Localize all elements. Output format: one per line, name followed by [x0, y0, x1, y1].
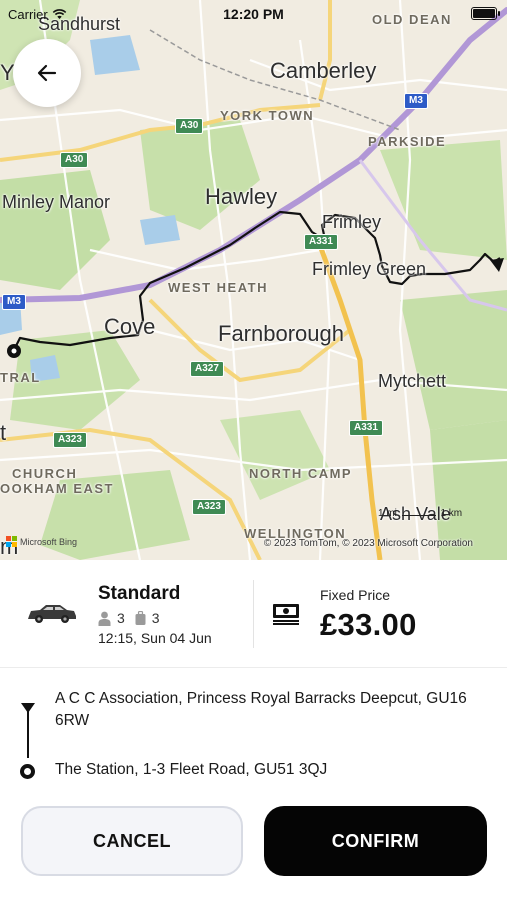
vehicle-capacity: 3 3	[98, 610, 160, 626]
road-label-a327: A327	[190, 361, 224, 377]
route-addresses: A C C Association, Princess Royal Barrac…	[0, 668, 507, 794]
map-label-t: t	[0, 420, 7, 445]
map-attribution: © 2023 TomTom, © 2023 Microsoft Corporat…	[263, 538, 473, 549]
luggage-icon	[135, 610, 146, 625]
road-label-m3: M3	[404, 93, 428, 109]
map-label-crookham-east: OOKHAM EAST	[0, 481, 114, 496]
route-connector	[27, 708, 29, 758]
status-bar: Carrier 12:20 PM	[0, 0, 507, 30]
status-time: 12:20 PM	[223, 6, 284, 22]
map-label-cove: Cove	[104, 314, 156, 339]
car-icon	[28, 605, 76, 623]
map-label-tral: TRAL	[0, 370, 41, 385]
price-label: Fixed Price	[320, 587, 391, 603]
road-label-a323: A323	[192, 499, 226, 515]
pickup-address: A C C Association, Princess Royal Barrac…	[55, 690, 467, 729]
map-label-farnborough: Farnborough	[218, 321, 344, 346]
road-label-m3: M3	[2, 294, 26, 310]
map-provider: Microsoft Bing	[6, 536, 77, 547]
scale-bar	[401, 515, 436, 516]
map-label-west-heath: WEST HEATH	[168, 280, 268, 295]
back-button[interactable]	[13, 39, 81, 107]
road-label-a30: A30	[175, 118, 204, 134]
vehicle-type: Standard	[98, 583, 181, 604]
luggage-count: 3	[151, 610, 160, 626]
microsoft-logo-icon	[6, 536, 17, 547]
map-label-frimley-green: Frimley Green	[312, 259, 427, 279]
road-label-a30: A30	[60, 152, 89, 168]
scale-mi: 1 mi	[378, 508, 397, 519]
dropoff-dot-icon	[20, 764, 35, 779]
map-label-church: CHURCH	[12, 466, 78, 481]
map-label-york-town: YORK TOWN	[220, 108, 315, 123]
ride-details: Standard 3 3 12:15, Sun 04 Jun Fixed Pri…	[0, 560, 507, 668]
fixed-price: £33.00	[320, 607, 417, 642]
map-label-parkside: PARKSIDE	[368, 134, 447, 149]
road-label-a331: A331	[349, 420, 383, 436]
road-label-a323: A323	[53, 432, 87, 448]
map-label-camberley: Camberley	[270, 58, 377, 83]
passenger-icon	[98, 611, 111, 626]
divider	[253, 580, 254, 648]
map-label-minley-manor: Minley Manor	[2, 192, 111, 212]
scale-km: 1 km	[440, 508, 463, 519]
map-label-north-camp: NORTH CAMP	[249, 466, 353, 481]
map-scale: 1 mi 1 km	[378, 508, 462, 519]
map-label-hawley: Hawley	[205, 184, 278, 209]
pickup-datetime: 12:15, Sun 04 Jun	[98, 630, 212, 646]
battery-icon	[471, 7, 500, 20]
passenger-count: 3	[117, 610, 125, 626]
map-label-frimley: Frimley	[322, 212, 381, 232]
map-provider-label: Microsoft Bing	[20, 536, 78, 547]
cancel-button[interactable]: CANCEL	[21, 806, 243, 876]
booking-summary-sheet: Standard 3 3 12:15, Sun 04 Jun Fixed Pri…	[0, 560, 507, 900]
confirm-button[interactable]: CONFIRM	[264, 806, 487, 876]
arrow-left-icon	[37, 64, 57, 82]
dropoff-address: The Station, 1-3 Fleet Road, GU51 3QJ	[55, 761, 328, 778]
road-label-a331: A331	[304, 234, 338, 250]
cash-icon	[273, 604, 299, 625]
map-label-mytchett: Mytchett	[378, 371, 447, 391]
